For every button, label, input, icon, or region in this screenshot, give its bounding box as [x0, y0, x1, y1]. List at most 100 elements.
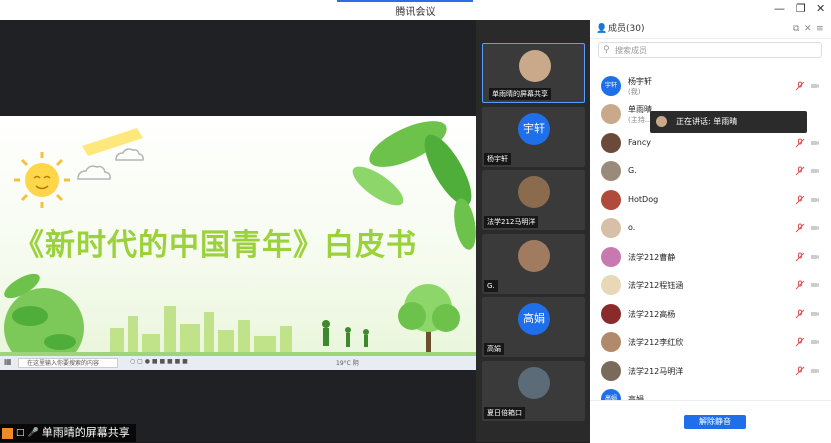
camera-off-icon[interactable] [810, 195, 820, 205]
member-row[interactable]: 宇轩 杨宇轩 (我) [590, 72, 831, 100]
tile-name: 单雨晴的屏幕共享 [489, 88, 551, 100]
unmute-button[interactable]: 解除静音 [684, 415, 746, 429]
video-tile[interactable]: 高娟 高娟 [482, 297, 585, 357]
sun-icon [14, 152, 70, 208]
tile-name: G. [484, 280, 498, 292]
mic-muted-icon[interactable] [795, 252, 805, 262]
member-name: 法学212曹静 [628, 253, 676, 262]
member-role: (我) [628, 88, 641, 96]
avatar [518, 240, 550, 272]
mic-muted-icon[interactable] [795, 366, 805, 376]
avatar [601, 218, 621, 238]
video-tile[interactable]: 法学212马明洋 [482, 170, 585, 230]
mic-muted-icon[interactable] [795, 166, 805, 176]
video-tile[interactable]: 单雨晴的屏幕共享 [482, 43, 585, 103]
avatar [601, 247, 621, 267]
camera-off-icon[interactable] [810, 366, 820, 376]
member-name: G. [628, 166, 637, 175]
members-icon: 👤 [596, 24, 608, 34]
mic-muted-icon[interactable] [795, 195, 805, 205]
member-name: 法学212程钰涵 [628, 281, 684, 290]
close-panel-icon[interactable]: ✕ [804, 20, 812, 38]
close-icon[interactable]: ✕ [816, 2, 825, 15]
presentation-slide: 《新时代的中国青年》白皮书 ▦ 在这里输入你要搜索的内容 ○ ▢ ● ■ ■ ■… [0, 116, 476, 370]
member-row[interactable]: 法学212李红欣 [590, 328, 831, 356]
mic-muted-icon[interactable] [795, 81, 805, 91]
members-panel: 👤 成员(30) ⧉ ✕ ≡ 搜索成员 ⚲ 宇轩 杨宇轩 (我) 单雨晴 (主持… [590, 20, 831, 442]
member-row[interactable]: o. [590, 214, 831, 242]
member-role: (主持... [628, 116, 652, 124]
avatar: 宇轩 [518, 113, 550, 145]
avatar [518, 367, 550, 399]
tile-name: 夏日倍箱口 [484, 407, 525, 419]
camera-off-icon[interactable] [810, 138, 820, 148]
camera-off-icon[interactable] [810, 280, 820, 290]
avatar [601, 304, 621, 324]
title-bar: 腾讯会议 — ❐ ✕ [0, 0, 831, 20]
screen-share-label: □ 🎤 单雨晴的屏幕共享 [0, 424, 136, 442]
search-members-input[interactable]: 搜索成员 [598, 42, 822, 58]
member-name: o. [628, 223, 636, 232]
video-tile[interactable]: 夏日倍箱口 [482, 361, 585, 421]
tile-name: 杨宇轩 [484, 153, 511, 165]
shared-screen-stage: 《新时代的中国青年》白皮书 ▦ 在这里输入你要搜索的内容 ○ ▢ ● ■ ■ ■… [0, 20, 476, 442]
member-name: 法学212马明洋 [628, 367, 684, 376]
camera-off-icon[interactable] [810, 252, 820, 262]
minimize-icon[interactable]: — [774, 2, 785, 15]
speaking-tooltip: 正在讲话: 单雨晴 [650, 111, 807, 133]
popout-icon[interactable]: ⧉ [793, 20, 799, 38]
mic-muted-icon[interactable] [795, 309, 805, 319]
member-row[interactable]: HotDog [590, 186, 831, 214]
member-row[interactable]: 法学212高杨 [590, 300, 831, 328]
avatar [519, 50, 551, 82]
members-count: 成员(30) [608, 24, 645, 34]
more-icon[interactable]: ≡ [816, 20, 824, 38]
tree-illustration [398, 284, 460, 362]
avatar [601, 275, 621, 295]
title-accent-line [337, 0, 473, 2]
member-name: 法学212李红欣 [628, 338, 684, 347]
slide-title: 《新时代的中国青年》白皮书 [14, 228, 417, 263]
avatar [601, 332, 621, 352]
windows-taskbar: ▦ 在这里输入你要搜索的内容 ○ ▢ ● ■ ■ ■ ■ ■ 19°C 阴 [0, 356, 476, 370]
camera-off-icon[interactable] [810, 337, 820, 347]
member-name: 单雨晴 [628, 105, 652, 114]
camera-off-icon[interactable] [810, 81, 820, 91]
camera-off-icon[interactable] [810, 166, 820, 176]
avatar: 高娟 [518, 303, 550, 335]
member-name: 杨宇轩 [628, 77, 652, 86]
member-row[interactable]: 法学212马明洋 [590, 357, 831, 385]
avatar [601, 361, 621, 381]
mic-muted-icon[interactable] [795, 337, 805, 347]
windows-start-icon: ▦ [4, 357, 12, 366]
mic-muted-icon[interactable] [795, 138, 805, 148]
member-name: 法学212高杨 [628, 310, 676, 319]
restore-icon[interactable]: ❐ [796, 2, 806, 15]
camera-off-icon[interactable] [810, 309, 820, 319]
screen-icon: □ [16, 428, 25, 438]
avatar [601, 104, 621, 124]
avatar [656, 116, 667, 127]
runners-silhouette [322, 320, 369, 347]
member-row[interactable]: 法学212曹静 [590, 243, 831, 271]
user-icon [2, 427, 13, 439]
member-row[interactable]: G. [590, 157, 831, 185]
search-icon: ⚲ [603, 45, 610, 55]
member-name: Fancy [628, 138, 651, 147]
member-row[interactable]: 法学212程钰涵 [590, 271, 831, 299]
panel-footer: 解除静音 [590, 400, 831, 443]
video-tile[interactable]: 宇轩 杨宇轩 [482, 107, 585, 167]
taskbar-search: 在这里输入你要搜索的内容 [18, 358, 118, 368]
mic-muted-icon[interactable] [795, 280, 805, 290]
camera-off-icon[interactable] [810, 223, 820, 233]
speaking-text: 正在讲话: 单雨晴 [676, 117, 738, 126]
share-label-text: 单雨晴的屏幕共享 [41, 426, 130, 439]
avatar [601, 133, 621, 153]
avatar: 宇轩 [601, 76, 621, 96]
member-row[interactable]: Fancy [590, 129, 831, 157]
tile-name: 法学212马明洋 [484, 216, 539, 228]
mic-muted-icon[interactable] [795, 223, 805, 233]
members-header: 👤 成员(30) ⧉ ✕ ≡ [590, 20, 831, 39]
avatar [601, 161, 621, 181]
video-tile[interactable]: G. [482, 234, 585, 294]
